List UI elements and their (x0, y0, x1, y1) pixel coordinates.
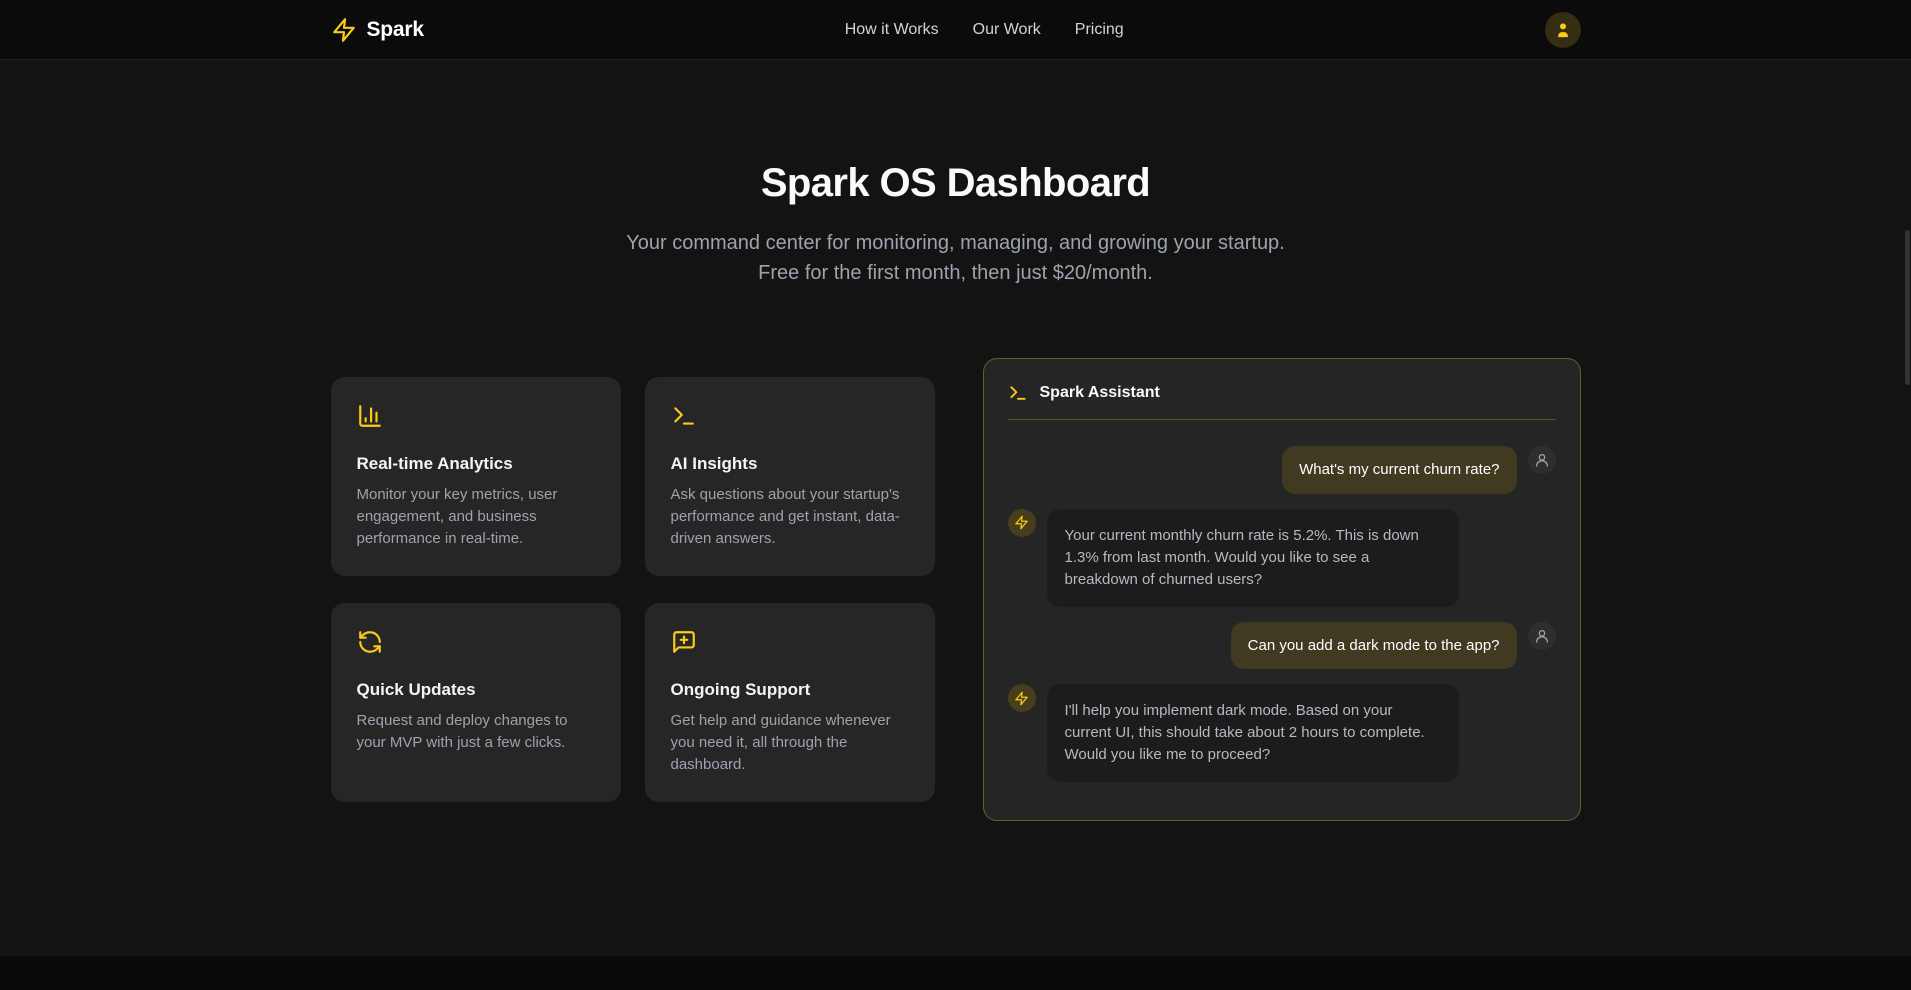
refresh-icon (357, 629, 383, 655)
feature-description: Request and deploy changes to your MVP w… (357, 710, 595, 754)
feature-card-ai-insights: AI Insights Ask questions about your sta… (645, 377, 935, 576)
feature-card-ongoing-support: Ongoing Support Get help and guidance wh… (645, 603, 935, 802)
user-message-bubble: Can you add a dark mode to the app? (1231, 622, 1517, 670)
feature-title: AI Insights (671, 454, 909, 474)
feature-card-quick-updates: Quick Updates Request and deploy changes… (331, 603, 621, 802)
zap-icon (1014, 515, 1029, 530)
assistant-message-bubble: I'll help you implement dark mode. Based… (1047, 684, 1459, 782)
feature-description: Get help and guidance whenever you need … (671, 710, 909, 776)
hero-section: Spark OS Dashboard Your command center f… (331, 160, 1581, 288)
main-section: Real-time Analytics Monitor your key met… (331, 358, 1581, 821)
assistant-message-bubble: Your current monthly churn rate is 5.2%.… (1047, 509, 1459, 607)
spark-assistant-panel: Spark Assistant What's my current churn … (983, 358, 1581, 821)
brand-logo[interactable]: Spark (331, 17, 424, 43)
chat-header-divider (1008, 419, 1556, 420)
feature-title: Quick Updates (357, 680, 595, 700)
feature-description: Monitor your key metrics, user engagemen… (357, 484, 595, 550)
features-grid: Real-time Analytics Monitor your key met… (331, 377, 935, 802)
page-title: Spark OS Dashboard (331, 160, 1581, 206)
user-message-bubble: What's my current churn rate? (1282, 446, 1516, 494)
user-round-icon (1534, 628, 1550, 644)
nav-links: How it Works Our Work Pricing (845, 21, 1124, 39)
chart-column-icon (357, 403, 383, 429)
user-avatar (1528, 622, 1556, 650)
feature-title: Real-time Analytics (357, 454, 595, 474)
feature-description: Ask questions about your startup's perfo… (671, 484, 909, 550)
chat-message-assistant: I'll help you implement dark mode. Based… (1008, 684, 1556, 782)
hero-subtitle: Your command center for monitoring, mana… (611, 228, 1301, 288)
feature-title: Ongoing Support (671, 680, 909, 700)
nav-link-how-it-works[interactable]: How it Works (845, 21, 939, 39)
brand-name: Spark (367, 18, 424, 42)
user-icon (1553, 20, 1573, 40)
terminal-icon (671, 403, 697, 429)
message-square-plus-icon (671, 629, 697, 655)
user-round-icon (1534, 452, 1550, 468)
chat-messages: What's my current churn rate? Your curre… (1008, 446, 1556, 782)
navbar: Spark How it Works Our Work Pricing (0, 0, 1911, 60)
account-avatar-button[interactable] (1545, 12, 1581, 48)
chat-message-assistant: Your current monthly churn rate is 5.2%.… (1008, 509, 1556, 607)
nav-link-our-work[interactable]: Our Work (973, 21, 1041, 39)
chat-header: Spark Assistant (1008, 383, 1556, 403)
terminal-icon (1008, 383, 1028, 403)
chat-message-user: Can you add a dark mode to the app? (1008, 622, 1556, 670)
chat-message-user: What's my current churn rate? (1008, 446, 1556, 494)
chat-title: Spark Assistant (1040, 384, 1160, 402)
assistant-avatar (1008, 509, 1036, 537)
footer-strip (0, 956, 1911, 990)
scrollbar-thumb[interactable] (1905, 230, 1910, 385)
assistant-avatar (1008, 684, 1036, 712)
nav-link-pricing[interactable]: Pricing (1075, 21, 1124, 39)
user-avatar (1528, 446, 1556, 474)
feature-card-realtime-analytics: Real-time Analytics Monitor your key met… (331, 377, 621, 576)
zap-icon (331, 17, 357, 43)
zap-icon (1014, 691, 1029, 706)
